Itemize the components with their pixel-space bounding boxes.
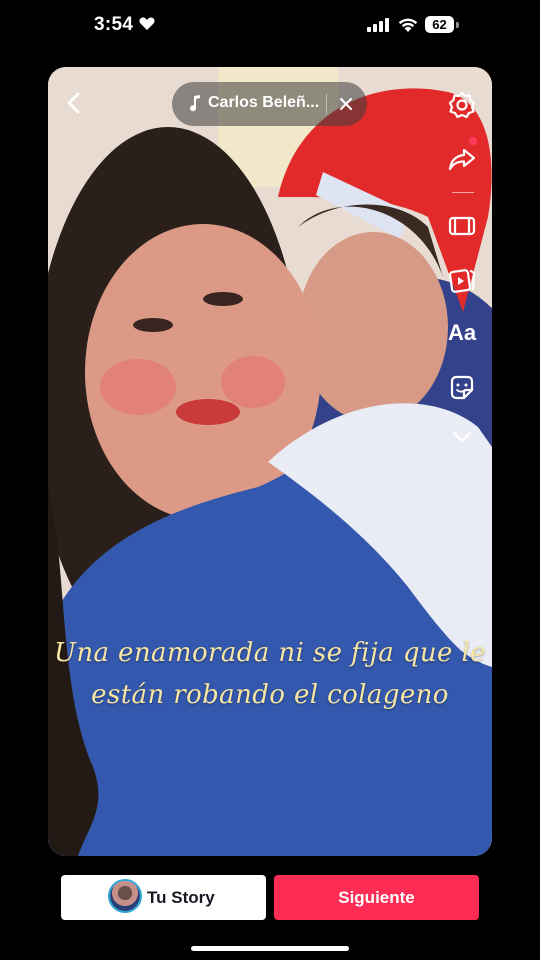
tools-separator: [452, 192, 474, 193]
music-pill-divider: [326, 94, 327, 114]
home-indicator[interactable]: [191, 946, 349, 951]
caption-line-2: están robando el colageno: [91, 680, 449, 710]
photo-image: [48, 67, 492, 856]
your-story-label: Tu Story: [147, 888, 215, 907]
next-label: Siguiente: [338, 888, 415, 907]
text-icon[interactable]: Aa: [448, 320, 476, 346]
music-note-icon: [190, 95, 200, 112]
avatar: [110, 881, 140, 911]
battery-indicator: 62: [425, 16, 454, 33]
battery-tip: [456, 22, 459, 28]
music-title[interactable]: Carlos Beleñ...: [208, 94, 319, 112]
settings-icon[interactable]: [447, 90, 477, 120]
status-time: 3:54: [94, 14, 134, 35]
sticker-icon[interactable]: [447, 373, 477, 403]
back-chevron-icon[interactable]: [62, 90, 86, 116]
story-preview[interactable]: [48, 67, 492, 856]
close-icon[interactable]: [337, 95, 355, 113]
cellular-signal-icon: [367, 18, 389, 32]
caption-line-1: Una enamorada ni se fija que le: [54, 638, 486, 668]
wifi-icon: [398, 18, 418, 32]
video-icon[interactable]: [447, 265, 477, 295]
heart-icon: [139, 17, 155, 30]
chevron-down-icon[interactable]: [447, 422, 477, 452]
share-icon[interactable]: [447, 144, 477, 174]
story-caption[interactable]: Una enamorada ni se fija que le están ro…: [48, 632, 492, 716]
clip-icon[interactable]: [447, 211, 477, 241]
status-bar: 3:54 62: [0, 0, 540, 52]
